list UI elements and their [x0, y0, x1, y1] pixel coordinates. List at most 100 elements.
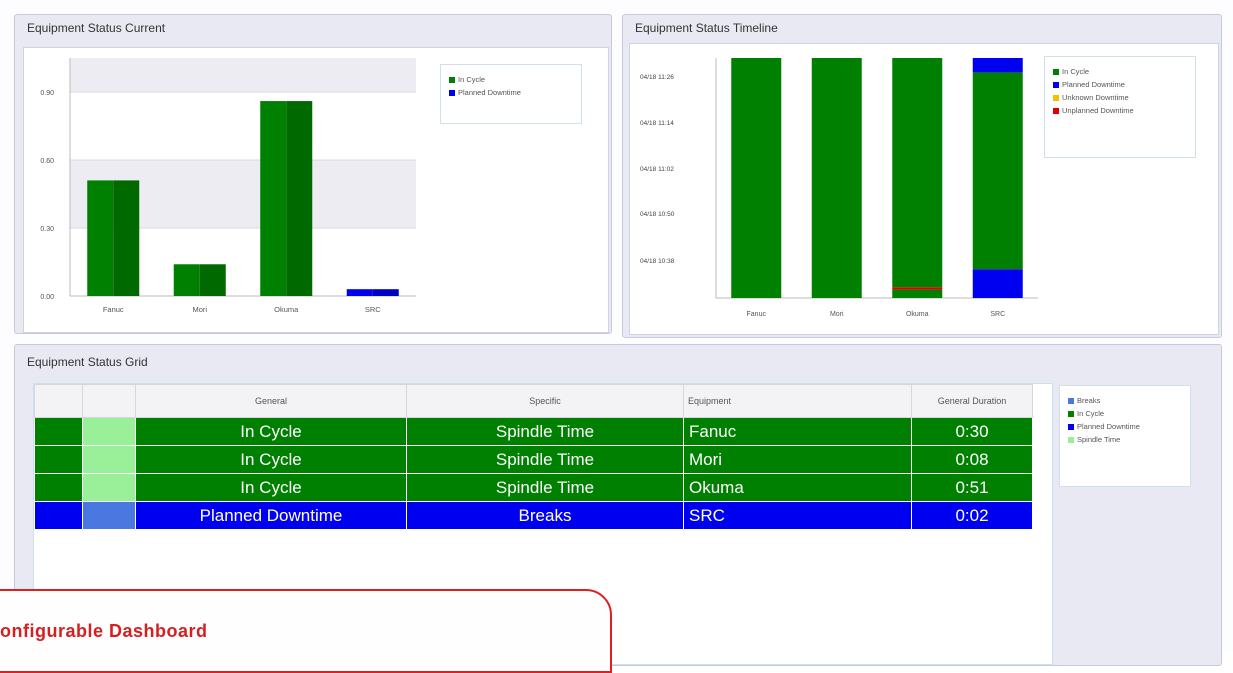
column-header-general[interactable]: General — [135, 384, 407, 418]
general-cell: In Cycle — [135, 473, 407, 502]
legend-swatch — [1053, 82, 1059, 89]
specific-cell: Spindle Time — [406, 473, 684, 502]
x-tick-label: SRC — [990, 311, 1005, 318]
general-cell: Planned Downtime — [135, 501, 407, 530]
general-cell: In Cycle — [135, 417, 407, 446]
legend-swatch — [1053, 108, 1059, 115]
bar-shade — [199, 264, 226, 296]
bar — [346, 289, 373, 296]
table-row[interactable]: In Cycle Spindle Time Fanuc 0:30 — [34, 417, 1033, 446]
panel-title: Equipment Status Grid — [27, 355, 148, 369]
duration-cell: 0:08 — [911, 445, 1033, 474]
column-header-general-duration[interactable]: General Duration — [911, 384, 1033, 418]
legend-label: Planned Downtime — [1062, 80, 1125, 89]
bar-shade — [372, 289, 399, 296]
timeline-segment — [972, 58, 1023, 73]
x-tick-label: Okuma — [906, 311, 929, 318]
duration-cell: 0:30 — [911, 417, 1033, 446]
legend-label: Unplanned Downtime — [1062, 106, 1134, 115]
y-tick-label: 04/18 11:02 — [640, 166, 674, 173]
legend-label: Spindle Time — [1077, 435, 1121, 444]
x-tick-label: Mori — [830, 311, 844, 318]
y-tick-label: 04/18 10:38 — [640, 258, 675, 265]
legend-item: Planned Downtime — [1068, 422, 1140, 431]
row-status-marker — [82, 445, 136, 474]
general-cell: In Cycle — [135, 445, 407, 474]
x-tick-label: Fanuc — [103, 305, 124, 314]
row-selector-cell[interactable] — [34, 501, 83, 530]
table-header-row: General Specific Equipment General Durat… — [34, 384, 1033, 418]
legend-swatch — [1068, 398, 1074, 405]
row-selector-cell[interactable] — [34, 445, 83, 474]
y-tick-label: 04/18 11:14 — [640, 120, 674, 127]
duration-cell: 0:51 — [911, 473, 1033, 502]
timeline-segment — [892, 58, 943, 288]
row-status-marker — [82, 417, 136, 446]
current-chart-legend: In Cycle Planned Downtime — [440, 64, 582, 124]
timeline-segment — [811, 58, 862, 298]
bar — [173, 264, 200, 296]
x-tick-label: Mori — [192, 305, 207, 314]
bar — [260, 101, 287, 296]
y-tick-label: 0.30 — [40, 226, 54, 233]
legend-swatch — [1068, 437, 1074, 444]
legend-label: In Cycle — [1062, 67, 1090, 76]
column-header[interactable] — [34, 384, 83, 418]
legend-label: Unknown Downtime — [1062, 93, 1129, 102]
callout-text: onfigurable Dashboard — [0, 621, 208, 641]
legend-label: Planned Downtime — [458, 88, 521, 97]
table-row[interactable]: In Cycle Spindle Time Mori 0:08 — [34, 445, 1033, 474]
status-table: General Specific Equipment General Durat… — [34, 384, 1033, 530]
timeline-segment — [892, 289, 943, 298]
bar — [87, 180, 114, 296]
legend-item: Breaks — [1068, 396, 1100, 405]
duration-cell: 0:02 — [911, 501, 1033, 530]
y-tick-label: 0.00 — [40, 294, 54, 301]
timeline-segment — [731, 58, 782, 298]
x-tick-label: SRC — [365, 305, 381, 314]
row-status-marker — [82, 473, 136, 502]
specific-cell: Spindle Time — [406, 417, 684, 446]
specific-cell: Spindle Time — [406, 445, 684, 474]
timeline-segment — [972, 269, 1023, 298]
equipment-cell: Fanuc — [683, 417, 912, 446]
column-header-specific[interactable]: Specific — [406, 384, 684, 418]
x-tick-label: Okuma — [274, 305, 299, 314]
grid-band — [70, 58, 416, 92]
current-chart-area: 0.00 0.30 0.60 0.90 Fanuc Mori Okuma SRC In Cyc… — [23, 47, 609, 333]
grid-legend: Breaks In Cycle Planned Downtime Spindle Ti… — [1059, 385, 1191, 487]
legend-item: Unplanned Downtime — [1053, 106, 1134, 115]
bar-shade — [113, 180, 140, 296]
column-header-equipment[interactable]: Equipment — [683, 384, 912, 418]
row-selector-cell[interactable] — [34, 417, 83, 446]
table-row[interactable]: Planned Downtime Breaks SRC 0:02 — [34, 501, 1033, 530]
legend-item: Planned Downtime — [1053, 80, 1125, 89]
bar-shade — [286, 101, 313, 296]
legend-label: In Cycle — [458, 75, 486, 84]
timeline-segment — [892, 287, 943, 290]
legend-item: Spindle Time — [1068, 435, 1120, 444]
legend-swatch — [1068, 411, 1074, 418]
equipment-cell: Okuma — [683, 473, 912, 502]
row-status-marker — [82, 501, 136, 530]
legend-item: In Cycle — [1053, 67, 1089, 76]
equipment-status-timeline-panel: Equipment Status Timeline 04/18 10:38 04/… — [622, 14, 1222, 338]
y-tick-label: 0.60 — [40, 158, 54, 165]
legend-item: In Cycle — [1068, 409, 1104, 418]
legend-swatch — [1053, 95, 1059, 102]
legend-label: Planned Downtime — [1077, 422, 1140, 431]
panel-title: Equipment Status Timeline — [635, 21, 778, 35]
legend-swatch — [1068, 424, 1074, 431]
table-row[interactable]: In Cycle Spindle Time Okuma 0:51 — [34, 473, 1033, 502]
column-header[interactable] — [82, 384, 136, 418]
legend-item: In Cycle — [449, 75, 485, 84]
legend-item: Planned Downtime — [449, 88, 521, 97]
legend-swatch — [1053, 69, 1059, 76]
row-selector-cell[interactable] — [34, 473, 83, 502]
legend-label: Breaks — [1077, 396, 1101, 405]
y-tick-label: 0.90 — [40, 90, 54, 97]
panel-title: Equipment Status Current — [27, 21, 166, 35]
equipment-cell: Mori — [683, 445, 912, 474]
legend-item: Unknown Downtime — [1053, 93, 1129, 102]
y-tick-label: 04/18 11:26 — [640, 74, 674, 81]
